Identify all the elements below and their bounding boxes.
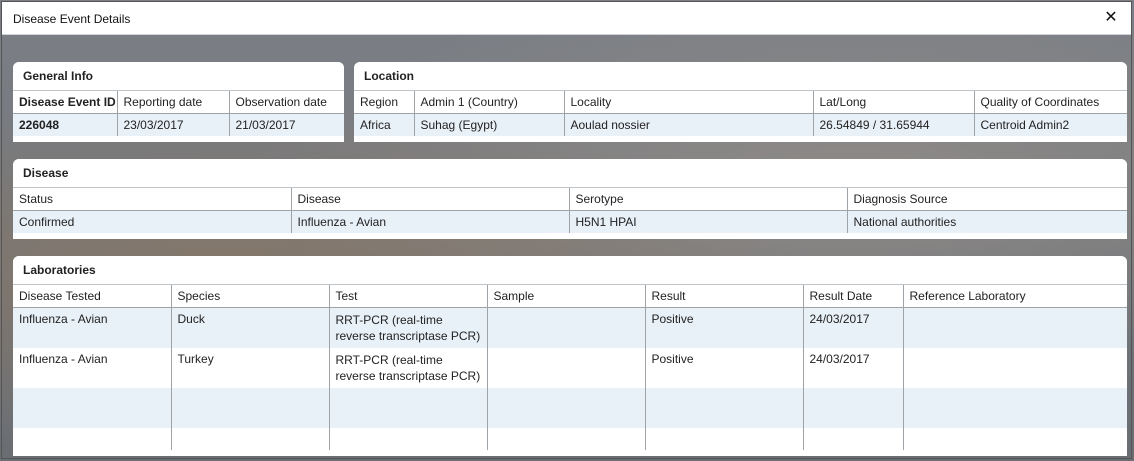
reference-lab-cell: [903, 348, 1127, 388]
location-header: Location: [354, 62, 1127, 91]
table-row: Influenza - Avian Duck RRT-PCR (real-tim…: [13, 307, 1127, 349]
column-header: Lat/Long: [813, 91, 975, 114]
empty-cell: [329, 428, 488, 450]
disease-tested-cell: Influenza - Avian: [13, 307, 172, 348]
empty-cell: [171, 428, 330, 450]
column-header: Result: [645, 285, 804, 308]
sample-cell: [487, 348, 646, 388]
disease-header: Disease: [13, 159, 1127, 188]
laboratories-table: Disease Tested Species Test Sample Resul…: [13, 285, 1127, 450]
empty-cell: [13, 388, 172, 428]
general-info-panel: General Info Disease Event ID Reporting …: [13, 62, 344, 142]
dialog-title: Disease Event Details: [13, 12, 131, 26]
test-cell: RRT-PCR (real-time reverse transcriptase…: [329, 348, 488, 388]
column-header: Admin 1 (Country): [414, 91, 565, 114]
table-row: Confirmed Influenza - Avian H5N1 HPAI Na…: [13, 210, 1127, 233]
column-header: Locality: [564, 91, 814, 114]
locality-cell: Aoulad nossier: [564, 113, 814, 136]
close-icon[interactable]: ✕: [1103, 9, 1119, 27]
serotype-cell: H5N1 HPAI: [569, 210, 848, 233]
status-cell: Confirmed: [13, 210, 292, 233]
result-date-cell: 24/03/2017: [803, 307, 904, 348]
result-date-cell: 24/03/2017: [803, 348, 904, 388]
disease-event-dialog: Disease Event Details ✕ General Info Dis…: [1, 1, 1132, 459]
column-header: Quality of Coordinates: [980, 95, 1100, 109]
column-header: Status: [13, 188, 292, 211]
reference-lab-cell: [903, 308, 1127, 349]
empty-cell: [329, 388, 488, 428]
empty-cell: [803, 388, 904, 428]
diagnosis-source-cell: National authorities: [853, 215, 957, 229]
column-header: Diagnosis Source: [853, 192, 948, 206]
column-header: Reference Laboratory: [909, 289, 1026, 303]
event-id-cell: 226048: [13, 113, 118, 136]
column-header: Disease Tested: [13, 285, 172, 308]
column-header: Sample: [487, 285, 646, 308]
disease-panel: Disease Status Disease Serotype Diagnosi…: [13, 159, 1127, 239]
species-cell: Turkey: [171, 348, 330, 388]
location-table: Region Admin 1 (Country) Locality Lat/Lo…: [354, 91, 1127, 136]
general-info-header: General Info: [13, 62, 344, 91]
column-header: Reporting date: [117, 91, 230, 114]
empty-cell: [487, 428, 646, 450]
column-header: Test: [329, 285, 488, 308]
empty-cell: [171, 388, 330, 428]
region-cell: Africa: [354, 113, 415, 136]
result-cell: Positive: [645, 307, 804, 348]
general-info-table: Disease Event ID Reporting date Observat…: [13, 91, 344, 136]
column-header: Disease Event ID: [13, 91, 118, 114]
latlong-cell: 26.54849 / 31.65944: [813, 113, 975, 136]
admin1-cell: Suhag (Egypt): [414, 113, 565, 136]
empty-cell: [645, 428, 804, 450]
empty-cell: [903, 388, 1127, 428]
sample-cell: [487, 307, 646, 348]
column-header: Observation date: [235, 95, 327, 109]
table-row: 226048 23/03/2017 21/03/2017: [13, 113, 344, 136]
empty-table-row: [13, 428, 1127, 450]
table-row: Influenza - Avian Turkey RRT-PCR (real-t…: [13, 348, 1127, 388]
laboratories-header: Laboratories: [13, 256, 1127, 285]
dialog-titlebar: Disease Event Details ✕: [2, 2, 1131, 35]
empty-cell: [13, 428, 172, 450]
table-row: Africa Suhag (Egypt) Aoulad nossier 26.5…: [354, 113, 1127, 136]
coordinate-quality-cell: Centroid Admin2: [980, 118, 1070, 132]
empty-cell: [487, 388, 646, 428]
test-cell: RRT-PCR (real-time reverse transcriptase…: [329, 307, 488, 348]
empty-cell: [645, 388, 804, 428]
disease-tested-cell: Influenza - Avian: [13, 348, 172, 388]
result-cell: Positive: [645, 348, 804, 388]
disease-cell: Influenza - Avian: [291, 210, 570, 233]
column-header: Region: [354, 91, 415, 114]
empty-cell: [903, 428, 1127, 450]
empty-cell: [803, 428, 904, 450]
column-header: Serotype: [569, 188, 848, 211]
species-cell: Duck: [171, 307, 330, 348]
empty-table-row: [13, 388, 1127, 428]
disease-table: Status Disease Serotype Diagnosis Source…: [13, 188, 1127, 233]
reporting-date-cell: 23/03/2017: [117, 113, 230, 136]
observation-date-cell: 21/03/2017: [235, 118, 296, 132]
laboratories-panel: Laboratories Disease Tested Species Test…: [13, 256, 1127, 456]
column-header: Species: [171, 285, 330, 308]
location-panel: Location Region Admin 1 (Country) Locali…: [354, 62, 1127, 142]
column-header: Disease: [291, 188, 570, 211]
column-header: Result Date: [803, 285, 904, 308]
